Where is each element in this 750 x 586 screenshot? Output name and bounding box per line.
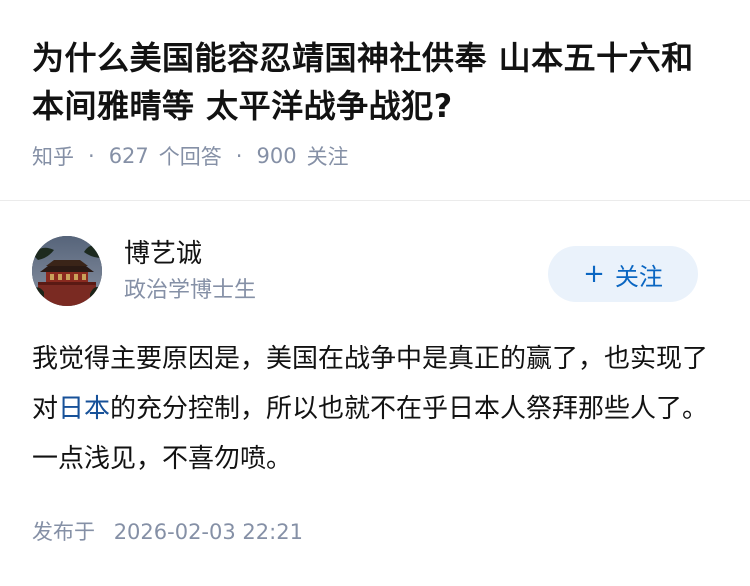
- section-divider: [0, 200, 750, 201]
- answer-text-end: 的充分控制，所以也就不在乎日本人祭拜那些人了。一点浅见，不喜勿喷。: [32, 394, 709, 474]
- publish-time: 发布于 2026-02-03 22:21: [32, 516, 303, 548]
- followers-label: 关注: [306, 145, 349, 169]
- answers-count: 627: [108, 144, 149, 168]
- author-row: 博艺诚 政治学博士生 + 关注: [32, 236, 698, 308]
- source-label[interactable]: 知乎: [32, 141, 74, 171]
- meta-separator: ·: [88, 144, 95, 168]
- plus-icon: +: [583, 259, 605, 289]
- follow-button-label: 关注: [614, 262, 663, 291]
- avatar-image: [32, 236, 102, 306]
- answer-body: 我觉得主要原因是，美国在战争中是真正的赢了，也实现了对日本的充分控制，所以也就不…: [32, 334, 710, 484]
- author-info: 博艺诚 政治学博士生: [124, 236, 256, 307]
- zhihu-answer-page: 为什么美国能容忍靖国神社供奉 山本五十六和本间雅晴等 太平洋战争战犯? 知乎 ·…: [0, 0, 750, 586]
- question-meta: 知乎 · 627 个回答 · 900 关注: [32, 140, 724, 172]
- avatar[interactable]: [32, 236, 102, 306]
- publish-label: 发布于: [32, 520, 95, 544]
- follow-button[interactable]: + 关注: [548, 246, 698, 302]
- author-bio: 政治学博士生: [124, 278, 257, 303]
- question-header: 为什么美国能容忍靖国神社供奉 山本五十六和本间雅晴等 太平洋战争战犯? 知乎 ·…: [0, 0, 750, 172]
- followers-count: 900: [256, 144, 297, 168]
- meta-separator: ·: [235, 144, 243, 168]
- question-title[interactable]: 为什么美国能容忍靖国神社供奉 山本五十六和本间雅晴等 太平洋战争战犯?: [32, 34, 724, 130]
- answers-label[interactable]: 个回答: [159, 141, 222, 171]
- author-name[interactable]: 博艺诚: [124, 236, 256, 272]
- answer-link-japan[interactable]: 日本: [58, 394, 110, 424]
- publish-datetime: 2026-02-03 22:21: [113, 520, 303, 544]
